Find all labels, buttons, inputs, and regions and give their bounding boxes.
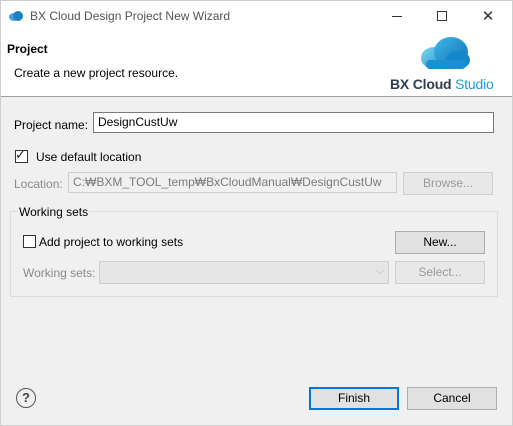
project-name-label: Project name: bbox=[14, 118, 89, 132]
logo-brand: BX Cloud bbox=[390, 76, 452, 92]
help-icon[interactable]: ? bbox=[16, 388, 36, 408]
working-sets-group bbox=[10, 211, 498, 297]
title-bar: BX Cloud Design Project New Wizard ✕ bbox=[1, 1, 512, 31]
select-working-sets-button[interactable]: Select... bbox=[395, 261, 485, 284]
maximize-icon bbox=[437, 11, 447, 21]
window-title: BX Cloud Design Project New Wizard bbox=[30, 9, 231, 23]
cloud-app-icon bbox=[9, 11, 23, 21]
logo-product: Studio bbox=[455, 76, 494, 92]
add-to-working-sets-checkbox[interactable] bbox=[23, 235, 36, 248]
close-icon: ✕ bbox=[481, 7, 495, 25]
close-button[interactable]: ✕ bbox=[465, 1, 511, 31]
location-label: Location: bbox=[14, 177, 63, 191]
location-input[interactable]: C:₩BXM_TOOL_temp₩BxCloudManual₩DesignCus… bbox=[68, 172, 397, 193]
finish-button[interactable]: Finish bbox=[309, 387, 399, 410]
minimize-button[interactable] bbox=[374, 1, 420, 31]
project-name-input[interactable]: DesignCustUw bbox=[93, 112, 494, 133]
browse-button[interactable]: Browse... bbox=[403, 172, 493, 195]
working-sets-combo[interactable]: ⌵ bbox=[99, 261, 389, 284]
maximize-button[interactable] bbox=[419, 1, 465, 31]
bx-cloud-studio-logo: BX Cloud Studio bbox=[390, 76, 494, 92]
chevron-down-icon: ⌵ bbox=[375, 265, 384, 277]
bx-cloud-logo-icon bbox=[421, 37, 470, 69]
working-sets-group-label: Working sets bbox=[18, 205, 90, 219]
page-title: Project bbox=[7, 42, 48, 56]
cancel-button[interactable]: Cancel bbox=[407, 387, 497, 410]
new-working-set-button[interactable]: New... bbox=[395, 231, 485, 254]
page-description: Create a new project resource. bbox=[14, 66, 179, 80]
check-icon: ✓ bbox=[15, 147, 26, 162]
wizard-banner: Project Create a new project resource. B… bbox=[1, 31, 512, 97]
use-default-location-checkbox[interactable]: ✓ bbox=[15, 147, 28, 163]
working-sets-label: Working sets: bbox=[23, 266, 96, 280]
wizard-window: BX Cloud Design Project New Wizard ✕ Pro… bbox=[0, 0, 513, 426]
minimize-icon bbox=[392, 15, 402, 17]
add-to-working-sets-label: Add project to working sets bbox=[39, 235, 184, 249]
use-default-location-label: Use default location bbox=[36, 150, 142, 164]
